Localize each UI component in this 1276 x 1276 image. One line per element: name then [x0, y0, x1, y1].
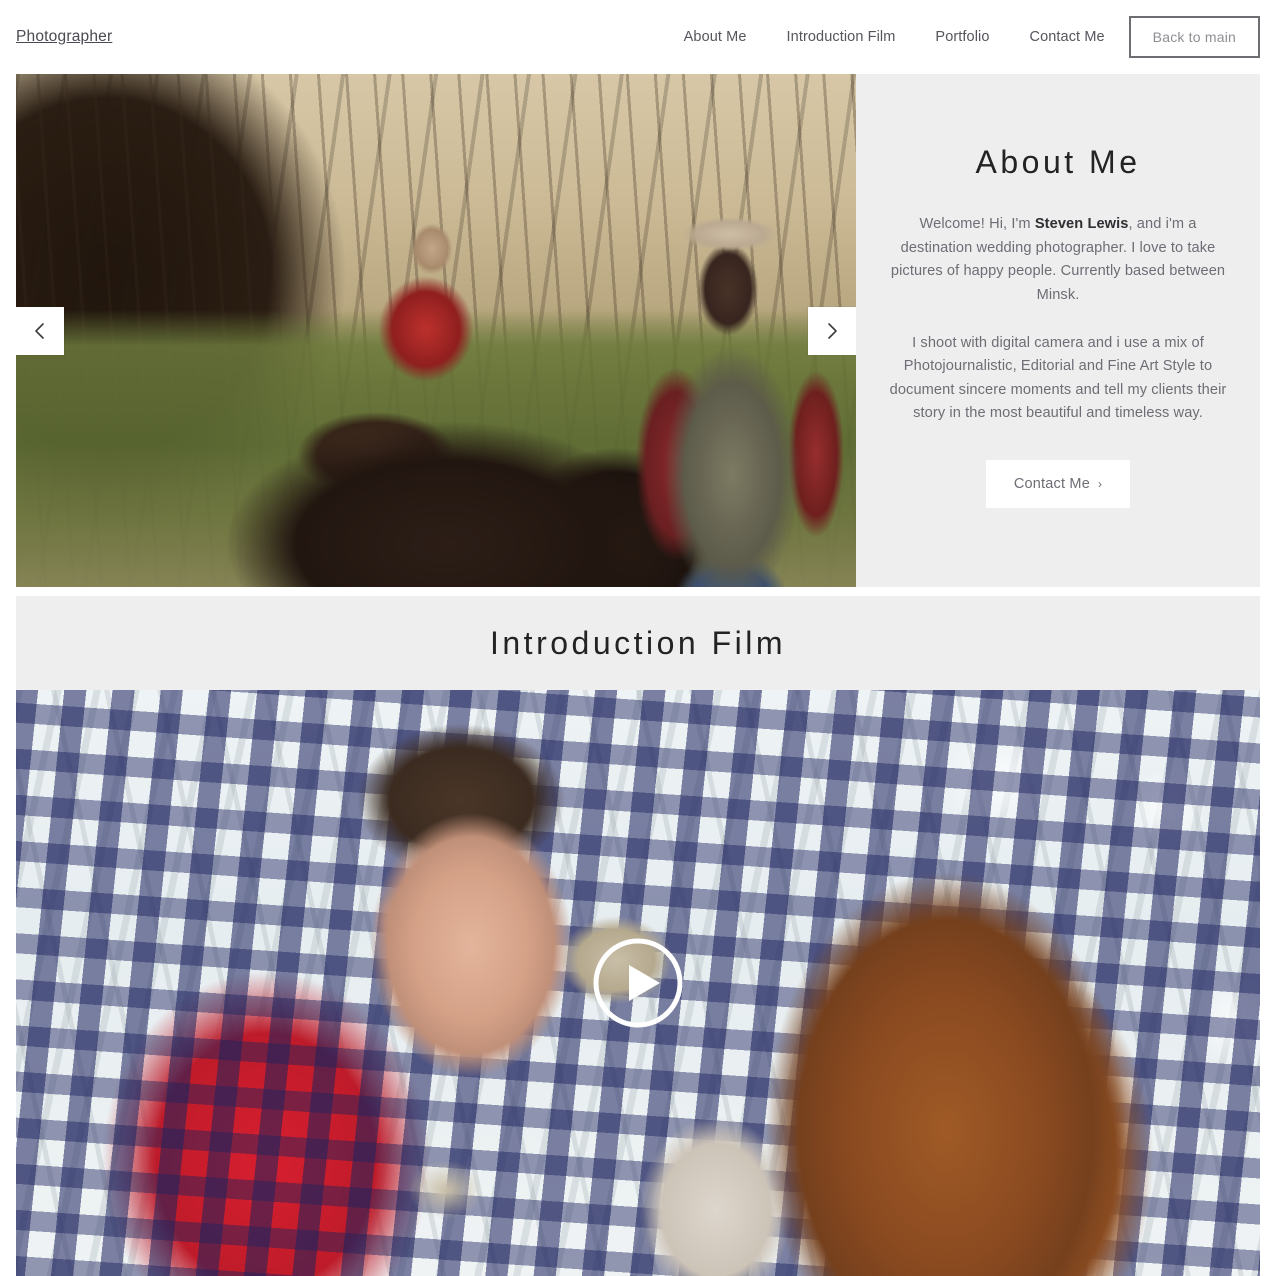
- play-circle-icon: [592, 937, 684, 1029]
- about-me-paragraph-2: I shoot with digital camera and i use a …: [889, 334, 1227, 422]
- introduction-film-video[interactable]: [16, 690, 1260, 1276]
- back-to-main-button[interactable]: Back to main: [1128, 16, 1260, 58]
- nav-links-group: About Me Introduction Film Portfolio Con…: [664, 16, 1260, 58]
- video-play-button[interactable]: [592, 937, 684, 1029]
- carousel-prev-button[interactable]: [16, 306, 64, 355]
- about-photographer-name: Steven Lewis: [1034, 216, 1129, 232]
- nav-link-portfolio[interactable]: Portfolio: [915, 29, 1009, 45]
- nav-link-introduction-film[interactable]: Introduction Film: [767, 29, 916, 45]
- about-me-heading: About Me: [975, 144, 1141, 180]
- hero-section: About Me Welcome! Hi, I'm Steven Lewis, …: [0, 74, 1276, 587]
- introduction-film-header-band: Introduction Film: [16, 596, 1260, 690]
- chevron-left-icon: [30, 321, 50, 341]
- site-logo-text[interactable]: Photographer: [16, 28, 112, 46]
- about-intro-text: Welcome! Hi, I'm: [919, 216, 1035, 232]
- about-contact-me-button[interactable]: Contact Me ›: [985, 460, 1131, 509]
- carousel-next-button[interactable]: [808, 306, 856, 355]
- introduction-film-heading: Introduction Film: [489, 624, 787, 661]
- top-navigation-bar: Photographer About Me Introduction Film …: [0, 0, 1276, 74]
- nav-link-about-me[interactable]: About Me: [664, 29, 767, 45]
- carousel-slide-photo: [16, 74, 856, 587]
- about-contact-me-label: Contact Me: [1013, 476, 1090, 493]
- about-me-panel: About Me Welcome! Hi, I'm Steven Lewis, …: [856, 74, 1260, 587]
- nav-link-contact-me[interactable]: Contact Me: [1010, 29, 1129, 45]
- hero-image-carousel[interactable]: [16, 74, 856, 587]
- about-me-paragraph-1: Welcome! Hi, I'm Steven Lewis, and i'm a…: [884, 213, 1232, 308]
- chevron-right-icon: [822, 321, 842, 341]
- chevron-right-small-icon: ›: [1097, 477, 1103, 492]
